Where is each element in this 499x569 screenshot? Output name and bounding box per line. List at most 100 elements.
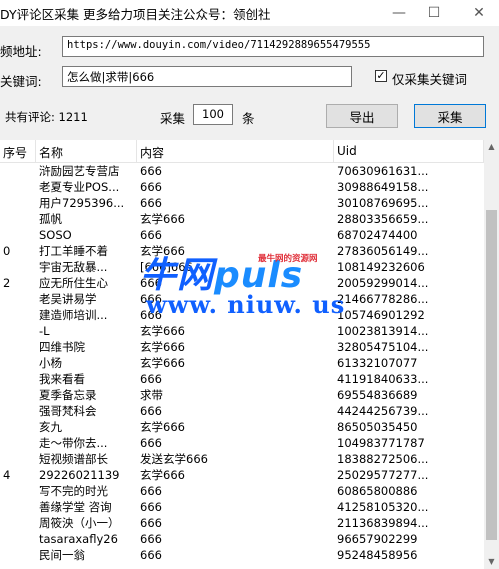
table-row[interactable]: 夏季备忘录 求带 69554836689 xyxy=(0,387,484,403)
table-row[interactable]: 走～带你去... 666 104983771787 xyxy=(0,435,484,451)
cell-index xyxy=(0,179,36,195)
comments-table: 序号 名称 内容 Uid 浒励园艺专营店 666 70630961631... 老夏专… xyxy=(0,140,484,569)
cell-content: 玄学666 xyxy=(140,420,185,434)
watermark: 牛网puls 最牛网的资源网 www. niuw. us xyxy=(140,246,375,324)
cell-index xyxy=(0,531,36,547)
video-url-label: 频地址: xyxy=(0,44,42,59)
cell-content: 玄学666 xyxy=(140,356,185,370)
cell-name: 老吴讲易学 xyxy=(39,292,97,306)
cell-name: 宇宙无敌暴... xyxy=(39,260,108,274)
cell-uid: 60865800886 xyxy=(337,484,418,498)
column-header-content[interactable]: 内容 xyxy=(137,140,334,162)
cell-index: 4 xyxy=(3,468,11,482)
cell-uid: 30108769695... xyxy=(337,196,429,210)
column-header-index[interactable]: 序号 xyxy=(0,140,36,162)
cell-content: 求带 xyxy=(140,388,163,402)
cell-content: 玄学666 xyxy=(140,468,185,482)
table-row[interactable]: 孤帆 玄学666 28803356659... xyxy=(0,211,484,227)
close-button[interactable]: ✕ xyxy=(459,0,499,26)
cell-uid: 70630961631... xyxy=(337,164,429,178)
table-row[interactable]: 4 29226021139 玄学666 25029577277... xyxy=(0,467,484,483)
table-row[interactable]: 写不完的时光 666 60865800886 xyxy=(0,483,484,499)
cell-name: 我来看看 xyxy=(39,372,85,386)
cell-name: 29226021139 xyxy=(39,468,120,482)
table-row[interactable]: 短视频谱部长 发送玄学666 18388272506... xyxy=(0,451,484,467)
only-keyword-checkbox[interactable]: ✓ xyxy=(375,70,387,82)
table-row[interactable]: 亥九 玄学666 86505035450 xyxy=(0,419,484,435)
cell-name: 应无所住生心 xyxy=(39,276,108,290)
cell-content: 666 xyxy=(140,164,162,178)
cell-uid: 61332107077 xyxy=(337,356,418,370)
table-row[interactable]: 浒励园艺专营店 666 70630961631... xyxy=(0,163,484,179)
table-row[interactable]: 善缘学堂 咨询 666 41258105320... xyxy=(0,499,484,515)
table-row[interactable]: 强哥梵科会 666 44244256739... xyxy=(0,403,484,419)
cell-content: 666 xyxy=(140,548,162,562)
cell-name: 孤帆 xyxy=(39,212,62,226)
cell-uid: 41258105320... xyxy=(337,500,429,514)
export-button[interactable]: 导出 xyxy=(326,104,398,128)
table-header: 序号 名称 内容 Uid xyxy=(0,140,484,163)
cell-content: 666 xyxy=(140,196,162,210)
watermark-url: www. niuw. us xyxy=(146,290,346,319)
cell-content: 666 xyxy=(140,484,162,498)
cell-uid: 41191840633... xyxy=(337,372,429,386)
vertical-scrollbar[interactable]: ▲ ▼ xyxy=(484,140,499,569)
cell-index xyxy=(0,307,36,323)
cell-index: 2 xyxy=(3,276,11,290)
minimize-button[interactable]: — xyxy=(379,0,419,26)
cell-content: 玄学666 xyxy=(140,212,185,226)
cell-uid: 28803356659... xyxy=(337,212,429,226)
cell-name: 老夏专业POS... xyxy=(39,180,120,194)
cell-index xyxy=(0,355,36,371)
cell-index xyxy=(0,451,36,467)
total-comments-label: 共有评论: 1211 xyxy=(5,110,88,124)
table-row[interactable]: 用户7295396... 666 30108769695... xyxy=(0,195,484,211)
table-row[interactable]: 老夏专业POS... 666 30988649158... xyxy=(0,179,484,195)
video-url-input[interactable]: https://www.douyin.com/video/71142928896… xyxy=(62,36,484,57)
cell-index xyxy=(0,259,36,275)
cell-content: 666 xyxy=(140,228,162,242)
cell-name: 亥九 xyxy=(39,420,62,434)
column-header-name[interactable]: 名称 xyxy=(36,140,137,162)
cell-name: tasaraxafly26 xyxy=(39,532,118,546)
table-row[interactable]: 民间一翁 666 95248458956 xyxy=(0,547,484,563)
cell-index xyxy=(0,323,36,339)
cell-uid: 30988649158... xyxy=(337,180,429,194)
table-row[interactable]: 周筱泱（小一） 666 21136839894... xyxy=(0,515,484,531)
cell-name: 民间一翁 xyxy=(39,548,85,562)
cell-uid: 96657902299 xyxy=(337,532,418,546)
cell-content: 玄学666 xyxy=(140,340,185,354)
cell-index xyxy=(0,515,36,531)
cell-name: 强哥梵科会 xyxy=(39,404,97,418)
cell-content: 666 xyxy=(140,532,162,546)
cell-uid: 86505035450 xyxy=(337,420,418,434)
collect-unit-label: 条 xyxy=(242,111,255,126)
keyword-input[interactable]: 怎么做|求带|666 xyxy=(62,66,352,87)
cell-uid: 32805475104... xyxy=(337,340,429,354)
cell-index xyxy=(0,435,36,451)
cell-content: 666 xyxy=(140,404,162,418)
collect-button[interactable]: 采集 xyxy=(414,104,486,128)
scrollbar-thumb[interactable] xyxy=(486,210,497,540)
cell-index xyxy=(0,403,36,419)
cell-name: 写不完的时光 xyxy=(39,484,108,498)
collect-count-input[interactable]: 100 xyxy=(193,104,233,125)
table-row[interactable]: 小杨 玄学666 61332107077 xyxy=(0,355,484,371)
scroll-up-icon[interactable]: ▲ xyxy=(484,142,499,151)
maximize-button[interactable]: ☐ xyxy=(414,0,454,26)
scroll-down-icon[interactable]: ▼ xyxy=(484,557,499,566)
cell-uid: 21136839894... xyxy=(337,516,429,530)
cell-content: 666 xyxy=(140,516,162,530)
collect-count-label: 采集 xyxy=(160,111,186,126)
table-row[interactable]: tasaraxafly26 666 96657902299 xyxy=(0,531,484,547)
table-row[interactable]: SOSO 666 68702474400 xyxy=(0,227,484,243)
cell-uid: 44244256739... xyxy=(337,404,429,418)
cell-name: 善缘学堂 咨询 xyxy=(39,500,112,514)
table-row[interactable]: 四维书院 玄学666 32805475104... xyxy=(0,339,484,355)
cell-name: 周筱泱（小一） xyxy=(39,516,120,530)
table-row[interactable]: -L 玄学666 10023813914... xyxy=(0,323,484,339)
column-header-uid[interactable]: Uid xyxy=(334,140,484,162)
cell-index: 0 xyxy=(3,244,11,258)
cell-index xyxy=(0,371,36,387)
table-row[interactable]: 我来看看 666 41191840633... xyxy=(0,371,484,387)
